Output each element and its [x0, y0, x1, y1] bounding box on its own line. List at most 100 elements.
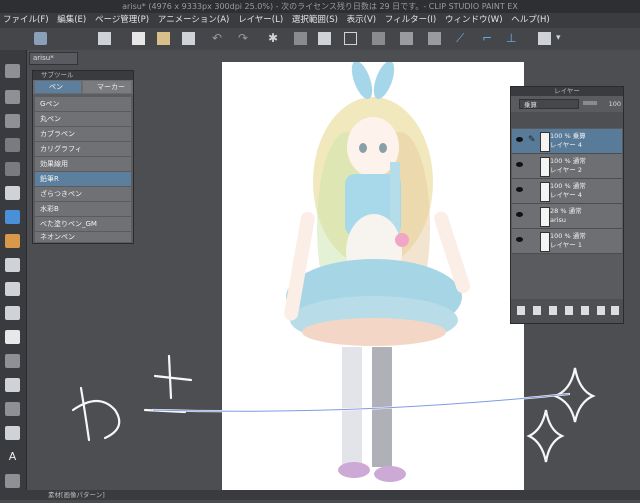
subtool-item[interactable]: 効果線用: [35, 157, 131, 172]
zoom-tool-icon[interactable]: [5, 64, 20, 78]
subtool-item-label: 水彩B: [40, 205, 59, 213]
subtool-tabs: ペン マーカー: [33, 80, 133, 94]
eye-icon[interactable]: [516, 212, 523, 217]
new-vector-layer-icon[interactable]: [533, 306, 541, 315]
selection-tool-icon[interactable]: [5, 138, 20, 152]
decoration-tool-icon[interactable]: [5, 306, 20, 320]
subtool-item[interactable]: カブラペン: [35, 127, 131, 142]
blend-mode-select[interactable]: 乗算: [519, 99, 579, 109]
crop-icon[interactable]: [344, 32, 357, 45]
menu-animation[interactable]: アニメーション(A): [155, 13, 233, 28]
subtool-item[interactable]: ざらつきペン: [35, 187, 131, 202]
redo-icon[interactable]: ↷: [238, 32, 251, 45]
move-tool-icon[interactable]: [5, 90, 20, 104]
layer-blend-info: 100 % 通常: [550, 182, 586, 190]
deselect-icon[interactable]: [372, 32, 385, 45]
grid-snap-icon[interactable]: ⊥: [506, 32, 519, 45]
layer-mask-icon[interactable]: [581, 306, 589, 315]
app-menu-icon[interactable]: [34, 32, 47, 45]
gradient-tool-icon[interactable]: [5, 402, 20, 416]
layer-name: レイヤー 4: [550, 191, 583, 199]
eye-icon[interactable]: [516, 237, 523, 242]
subtool-item[interactable]: 丸ペン: [35, 112, 131, 127]
layer-name: レイヤー 1: [550, 241, 583, 249]
ruler-snap-icon[interactable]: ⟋: [456, 32, 469, 45]
trash-icon[interactable]: [611, 306, 619, 315]
open-folder-icon[interactable]: [157, 32, 170, 45]
layer-thumbnail: [540, 132, 550, 152]
subtool-item-label: 鉛筆R: [40, 175, 59, 183]
pencil-tool-icon[interactable]: [5, 234, 20, 248]
tab-pen-label: ペン: [49, 83, 63, 91]
subtool-item-label: カリグラフィ: [40, 145, 82, 153]
eyedropper-tool-icon[interactable]: [5, 186, 20, 200]
show-selection-icon[interactable]: [428, 32, 441, 45]
layer-thumbnail: [540, 157, 550, 177]
menu-window[interactable]: ウィンドウ(W): [442, 13, 506, 28]
new-file-icon[interactable]: [132, 32, 145, 45]
subtool-panel: サブツール ペン マーカー Gペン 丸ペン カブラペン カリグラフィ 効果線用 …: [32, 70, 134, 244]
menu-selection[interactable]: 選択範囲(S): [289, 13, 341, 28]
layer-panel: レイヤー 乗算 100 ✎ 100 % 乗算 レイヤー 4 100 % 通常 レ…: [510, 86, 624, 324]
subtool-item-label: 丸ペン: [40, 115, 61, 123]
undo-icon[interactable]: ↶: [212, 32, 225, 45]
eraser-tool-icon[interactable]: [5, 330, 20, 344]
layer-name: レイヤー 2: [550, 166, 583, 174]
menu-edit[interactable]: 編集(E): [54, 13, 89, 28]
layer-row[interactable]: 28 % 通常 arisu: [512, 204, 622, 229]
eye-icon[interactable]: [516, 137, 523, 142]
menu-view[interactable]: 表示(V): [344, 13, 379, 28]
layer-row[interactable]: 100 % 通常 レイヤー 1: [512, 229, 622, 254]
eye-icon[interactable]: [516, 187, 523, 192]
new-layer-icon[interactable]: [517, 306, 525, 315]
print-icon[interactable]: [538, 32, 551, 45]
subtool-item[interactable]: 水彩B: [35, 202, 131, 217]
operation-tool-icon[interactable]: [5, 114, 20, 128]
save-icon[interactable]: [182, 32, 195, 45]
balloon-tool-icon[interactable]: [5, 474, 20, 488]
layer-row[interactable]: 100 % 通常 レイヤー 4: [512, 179, 622, 204]
auto-select-tool-icon[interactable]: [5, 162, 20, 176]
fill-icon[interactable]: [318, 32, 331, 45]
tab-pen[interactable]: ペン: [35, 81, 81, 93]
subtool-item[interactable]: Gペン: [35, 97, 131, 112]
invert-selection-icon[interactable]: [400, 32, 413, 45]
pen-tool-icon[interactable]: [5, 210, 20, 224]
menu-file[interactable]: ファイル(F): [0, 13, 52, 28]
layer-blend-info: 100 % 乗算: [550, 132, 586, 140]
tab-marker[interactable]: マーカー: [83, 81, 131, 93]
subtool-item[interactable]: べた塗りペン_GM: [35, 217, 131, 232]
layer-name: レイヤー 4: [550, 141, 583, 149]
layer-row[interactable]: ✎ 100 % 乗算 レイヤー 4: [512, 129, 622, 154]
clear-icon[interactable]: ✱: [268, 32, 281, 45]
menu-page[interactable]: ページ管理(P): [92, 13, 152, 28]
merge-down-icon[interactable]: [565, 306, 573, 315]
new-folder-icon[interactable]: [549, 306, 557, 315]
new-document-icon[interactable]: [98, 32, 111, 45]
menu-layer[interactable]: レイヤー(L): [235, 13, 286, 28]
chevron-down-icon[interactable]: ▾: [556, 32, 569, 45]
layer-row[interactable]: 100 % 通常 レイヤー 2: [512, 154, 622, 179]
menu-help[interactable]: ヘルプ(H): [508, 13, 553, 28]
subtool-item-label: 効果線用: [40, 160, 68, 168]
opacity-value[interactable]: 100: [597, 99, 621, 109]
subtool-item[interactable]: カリグラフィ: [35, 142, 131, 157]
airbrush-tool-icon[interactable]: [5, 282, 20, 296]
layer-panel-header: レイヤー: [511, 87, 623, 96]
eye-icon[interactable]: [516, 162, 523, 167]
brush-tool-icon[interactable]: [5, 258, 20, 272]
subtool-item-label: カブラペン: [40, 130, 75, 138]
transform-icon[interactable]: [294, 32, 307, 45]
menu-filter[interactable]: フィルター(I): [382, 13, 439, 28]
subtool-item-selected[interactable]: 鉛筆R: [35, 172, 131, 187]
figure-tool-icon[interactable]: [5, 426, 20, 440]
fill-tool-icon[interactable]: [5, 378, 20, 392]
opacity-slider[interactable]: [583, 101, 597, 105]
subtool-item[interactable]: ネオンペン: [35, 232, 131, 243]
window-title: arisu* (4976 x 9333px 300dpi 25.0%) - 次の…: [122, 2, 518, 11]
material-panel-bar: 素材[画像パターン]: [0, 490, 640, 500]
text-tool-icon[interactable]: A: [5, 450, 20, 464]
special-ruler-snap-icon[interactable]: ⌐: [482, 32, 495, 45]
layer-mask-link-icon[interactable]: [597, 306, 605, 315]
blend-tool-icon[interactable]: [5, 354, 20, 368]
